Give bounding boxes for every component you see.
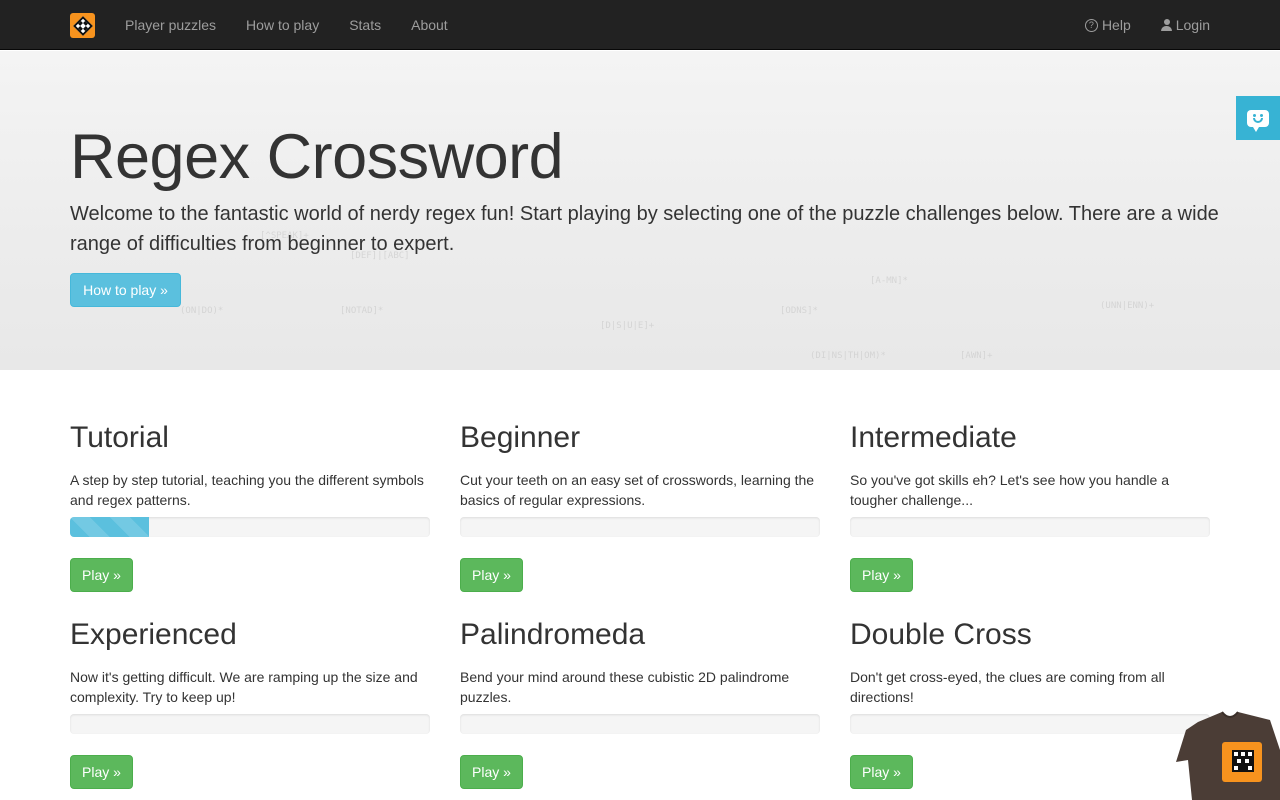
- play-button[interactable]: Play »: [70, 755, 133, 789]
- puzzle-description: Cut your teeth on an easy set of crosswo…: [460, 472, 815, 508]
- feedback-button[interactable]: [1236, 96, 1280, 140]
- nav-stats[interactable]: Stats: [334, 0, 396, 50]
- smiley-chat-icon: [1247, 109, 1269, 132]
- play-button[interactable]: Play »: [850, 755, 913, 789]
- puzzle-progress: [70, 714, 430, 734]
- page-title: Regex Crossword: [70, 122, 564, 192]
- puzzle-progress: [850, 714, 1210, 734]
- how-to-play-button[interactable]: How to play »: [70, 273, 181, 307]
- progress-fill: [70, 517, 150, 537]
- puzzle-title: Palindromeda: [460, 618, 646, 651]
- nav-user: ? Help Login: [1070, 0, 1225, 50]
- puzzle-progress: [70, 517, 430, 537]
- puzzle-card-double-cross: Double Cross Don't get cross-eyed, the c…: [850, 567, 1210, 789]
- puzzle-description: Don't get cross-eyed, the clues are comi…: [850, 669, 1165, 705]
- puzzle-description: A step by step tutorial, teaching you th…: [70, 472, 424, 508]
- nav-login[interactable]: Login: [1146, 0, 1225, 50]
- navbar: Player puzzles How to play Stats About ?…: [0, 0, 1280, 50]
- puzzle-description: Now it's getting difficult. We are rampi…: [70, 669, 418, 705]
- tshirt-promo-icon[interactable]: [1170, 690, 1280, 800]
- puzzle-card-tutorial: Tutorial A step by step tutorial, teachi…: [70, 370, 430, 592]
- puzzle-progress: [460, 714, 820, 734]
- play-button[interactable]: Play »: [460, 755, 523, 789]
- puzzle-card-experienced: Experienced Now it's getting difficult. …: [70, 567, 430, 789]
- puzzle-card-beginner: Beginner Cut your teeth on an easy set o…: [460, 370, 820, 592]
- hero-lead: Welcome to the fantastic world of nerdy …: [70, 203, 1219, 255]
- hero-jumbotron: [^SPEAK]+ [DEF]|[ABC] (ON|DO)* [NOTAD]* …: [0, 51, 1280, 370]
- logo-icon[interactable]: [70, 13, 95, 38]
- nav-player-puzzles[interactable]: Player puzzles: [110, 0, 231, 50]
- nav-about[interactable]: About: [396, 0, 463, 50]
- puzzle-title: Experienced: [70, 618, 237, 651]
- puzzle-progress: [460, 517, 820, 537]
- puzzle-title: Intermediate: [850, 421, 1017, 454]
- puzzle-card-intermediate: Intermediate So you've got skills eh? Le…: [850, 370, 1210, 592]
- help-label: Help: [1101, 17, 1131, 33]
- puzzle-card-palindromeda: Palindromeda Bend your mind around these…: [460, 567, 820, 789]
- puzzle-title: Tutorial: [70, 421, 169, 454]
- nav-help[interactable]: ? Help: [1070, 0, 1146, 50]
- nav-main: Player puzzles How to play Stats About: [110, 0, 463, 50]
- nav-how-to-play[interactable]: How to play: [231, 0, 334, 50]
- question-circle-icon: ?: [1084, 18, 1098, 32]
- puzzle-title: Double Cross: [850, 618, 1032, 651]
- login-label: Login: [1175, 17, 1210, 33]
- user-icon: [1160, 19, 1172, 31]
- puzzle-description: So you've got skills eh? Let's see how y…: [850, 472, 1169, 508]
- puzzle-description: Bend your mind around these cubistic 2D …: [460, 669, 790, 705]
- puzzle-title: Beginner: [460, 421, 581, 454]
- puzzle-progress: [850, 517, 1210, 537]
